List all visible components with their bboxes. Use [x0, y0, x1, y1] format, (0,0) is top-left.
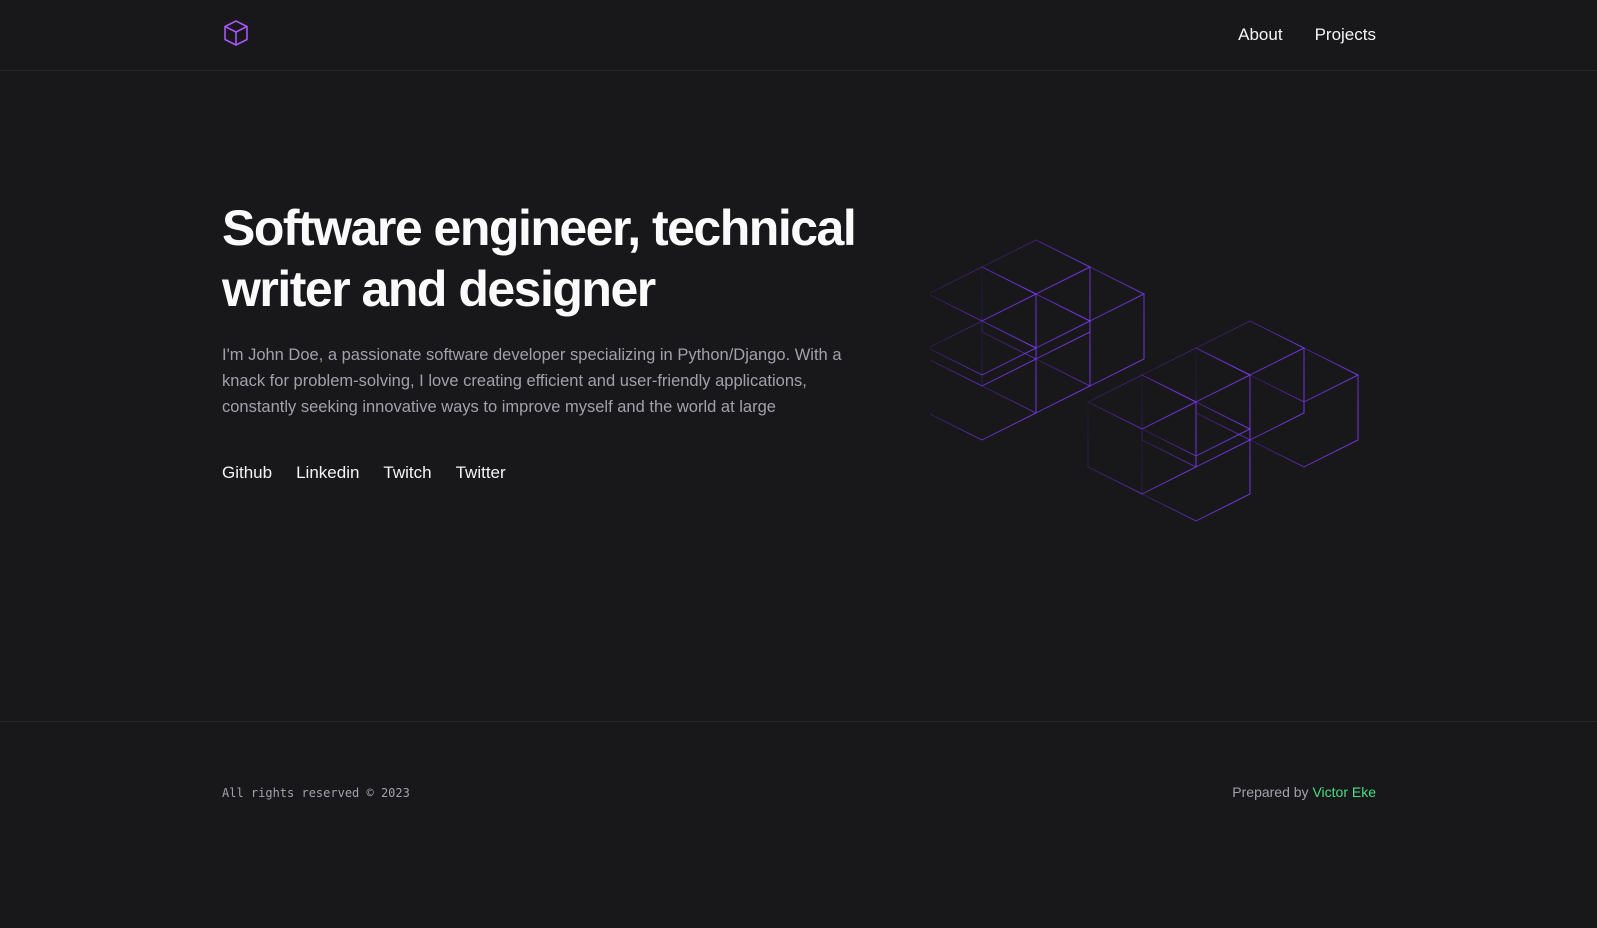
hero-title: Software engineer, technical writer and … [222, 200, 857, 317]
nav-link-projects[interactable]: Projects [1315, 24, 1376, 46]
copyright-text: All rights reserved © 2023 [222, 786, 410, 800]
nav-link-about[interactable]: About [1238, 24, 1282, 46]
social-link-github[interactable]: Github [222, 462, 272, 484]
main-nav: About Projects [1238, 24, 1376, 46]
social-links: Github Linkedin Twitch Twitter [222, 462, 506, 484]
isometric-cubes-icon [930, 239, 1360, 522]
author-link[interactable]: Victor Eke [1312, 784, 1376, 800]
site-header: About Projects [0, 0, 1597, 71]
site-footer: All rights reserved © 2023 Prepared by V… [0, 721, 1597, 928]
social-link-twitch[interactable]: Twitch [383, 462, 431, 484]
social-link-linkedin[interactable]: Linkedin [296, 462, 359, 484]
hero-description: I'm John Doe, a passionate software deve… [222, 346, 842, 416]
prepared-by: Prepared by Victor Eke [1232, 783, 1376, 801]
home-logo-link[interactable] [222, 19, 250, 47]
cube-icon [224, 20, 248, 46]
prepared-by-label: Prepared by [1232, 784, 1313, 800]
social-link-twitter[interactable]: Twitter [456, 462, 506, 484]
